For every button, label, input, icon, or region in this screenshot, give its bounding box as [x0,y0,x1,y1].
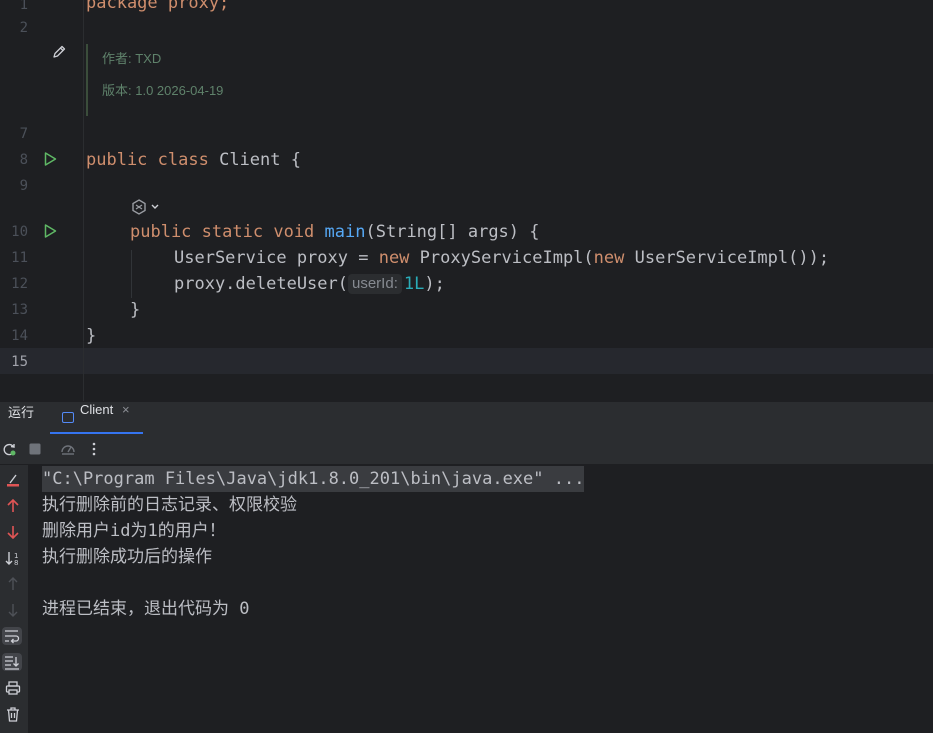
indent-guide [131,250,132,298]
down-arrow-icon[interactable] [4,523,22,541]
svg-text:8: 8 [14,559,18,567]
tab-client[interactable]: Client × [50,402,143,434]
run-toolbar [0,434,933,465]
code-line-main: public static void main(String[] args) { [130,222,540,242]
line-number: 8 [19,152,28,168]
console-tab-icon [62,412,74,423]
line-number: 11 [11,250,28,266]
line-number: 9 [19,178,28,194]
line-number: 12 [11,276,28,292]
more-icon[interactable] [86,441,102,457]
code-line-13: } [130,300,141,320]
line-number: 7 [19,126,28,142]
console-line: 删除用户id为1的用户！ [42,521,226,541]
print-icon[interactable] [4,679,22,697]
tool-window-title: 运行 [8,405,35,420]
down-arrow-icon[interactable] [4,601,22,619]
doc-version: 版本: 1.0 2026-04-19 [102,83,224,98]
console-line: 执行删除前的日志记录、权限校验 [42,495,297,515]
console-exit-line: 进程已结束，退出代码为 0 [42,599,250,619]
pencil-icon[interactable] [51,44,67,60]
gutter-divider [83,0,84,401]
line-number: 10 [11,224,28,240]
clear-icon[interactable] [4,471,22,489]
code-line-package: package proxy; [86,0,230,13]
tab-label: Client [80,402,114,417]
soft-wrap-icon[interactable] [2,627,22,645]
rerun-icon[interactable] [1,441,17,457]
up-arrow-icon[interactable] [4,575,22,593]
code-line-class: public class Client { [86,150,301,170]
code-editor[interactable]: 1 2 7 8 9 10 11 12 13 14 15 package prox… [0,0,933,401]
dashboard-icon[interactable] [60,441,76,457]
run-icon[interactable] [42,223,58,239]
scroll-to-end-icon[interactable] [2,653,22,671]
line-number: 2 [19,20,28,36]
console-output[interactable]: "C:\Program Files\Java\jdk1.8.0_201\bin\… [28,465,933,733]
console-side-toolbar: 1 8 [0,465,28,733]
code-line-11: UserService proxy = new ProxyServiceImpl… [174,248,830,268]
console-command-line: "C:\Program Files\Java\jdk1.8.0_201\bin\… [42,466,585,492]
close-icon[interactable]: × [122,402,130,417]
ai-assistant-icon[interactable] [130,198,162,216]
current-line-highlight [0,348,933,374]
code-line-12: proxy.deleteUser(userId: 1L); [174,274,445,294]
sort-icon[interactable]: 1 8 [4,549,22,567]
line-number: 13 [11,302,28,318]
rendered-doc-comment: 作者: TXD 版本: 1.0 2026-04-19 [86,44,223,116]
parameter-hint: userId: [348,274,402,294]
code-line-14: } [86,326,97,346]
line-number: 14 [11,328,28,344]
run-icon[interactable] [42,151,58,167]
run-tool-window-header: 运行 Client × [0,401,933,434]
stop-icon[interactable] [27,441,43,457]
trash-icon[interactable] [4,705,22,723]
doc-author: 作者: TXD [102,51,162,66]
up-arrow-icon[interactable] [4,497,22,515]
line-number-active: 15 [11,354,28,370]
console-line: 执行删除成功后的操作 [42,547,212,567]
